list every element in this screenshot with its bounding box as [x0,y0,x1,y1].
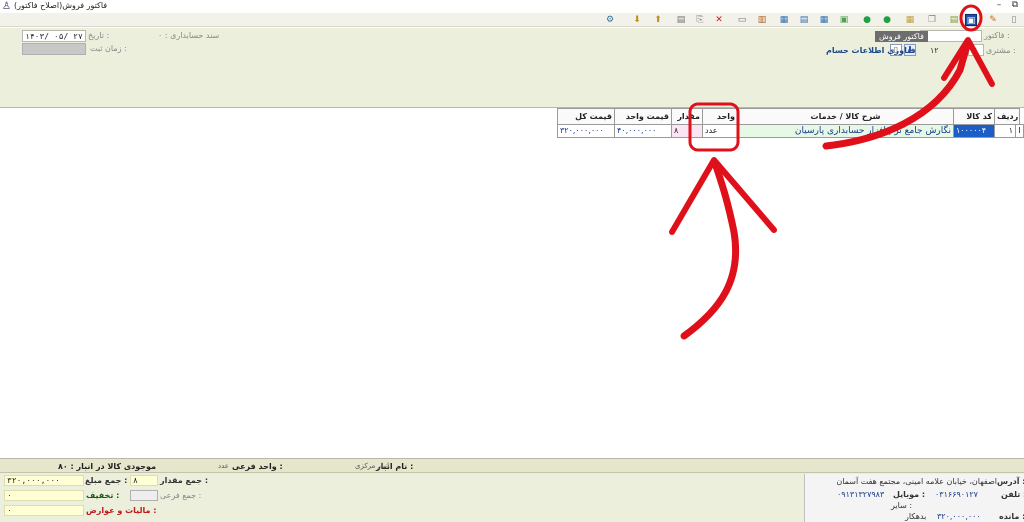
column-header-row: ردیف [994,108,1020,125]
title-bar: ♙ فاکتور فروش(اصلاح فاکتور) – ⧉ [0,0,1024,13]
other-label: سایر : [891,501,913,510]
date-label: تاریخ : [88,31,110,40]
cell-total-price[interactable]: ۳۲۰,۰۰۰,۰۰۰ [557,124,615,138]
mobile-value: ۰۹۱۳۱۳۲۷۹۸۳ [837,490,885,499]
date-field[interactable]: ۱۴۰۳/ ۰۵/ ۲۷ [22,30,86,42]
list-icon[interactable]: ▤ [798,14,810,26]
invoice-items-grid: ردیف کد کالا شرح کالا / خدمات واحد مقدار… [0,108,1024,458]
save-icon[interactable]: ▣ [965,14,977,26]
stock-info-bar: نام انبار : انبار مرکزی واحد فرعی : عدد … [0,459,1024,473]
settings-icon[interactable]: ⚙ [604,14,616,26]
minimize-icon[interactable]: – [992,0,1006,12]
folder-icon[interactable]: ⬇ [631,14,643,26]
discount-label: تخفیف : [86,491,120,500]
column-header-description: شرح کالا / خدمات [737,108,954,125]
mobile-label: موبایل : [893,490,926,499]
invoice-label: فاکتور : [984,31,1010,40]
column-header-unit-price: قیمت واحد [614,108,672,125]
delete-icon[interactable]: ✕ [713,14,725,26]
first-icon[interactable]: ▣ [838,14,850,26]
new-icon[interactable]: ▯ [1008,14,1020,26]
cell-row-number[interactable]: ۱ [994,124,1016,138]
sub-unit-label: واحد فرعی : [232,462,283,471]
balance-label: مانده : [999,512,1024,521]
accounting-doc-label: سند حسابداری : ۰ [158,31,220,40]
stock-label: موجودی کالا در انبار : ۸۰ [58,462,157,471]
cell-unit[interactable]: عدد [702,124,738,138]
print-icon[interactable]: ▤ [948,14,960,26]
report-icon[interactable]: ▥ [756,14,768,26]
phone-label: تلفن : [1001,490,1024,499]
customer-code-secondary: ۱۲ [930,46,939,55]
column-header-quantity: مقدار [671,108,703,125]
sub-total-field [130,490,158,501]
calc-icon[interactable]: ▭ [736,14,748,26]
cell-unit-price[interactable]: ۴۰,۰۰۰,۰۰۰ [614,124,672,138]
total-quantity-field: ۸ [130,475,158,486]
customer-label: مشتری : [986,46,1016,55]
phone-value: ۰۳۱۶۶۹۰۱۲۷ [935,490,978,499]
app-icon: ♙ [2,1,11,12]
balance-value: ۳۲۰,۰۰۰,۰۰۰ [937,512,981,521]
window-title: فاکتور فروش(اصلاح فاکتور) [14,1,108,10]
restore-icon[interactable]: ⧉ [1008,0,1022,12]
column-header-code: کد کالا [953,108,995,125]
address-value: اصفهان، خیابان علامه امینی، مجتمع هفت آس… [836,477,997,486]
next-icon[interactable]: ● [881,14,893,26]
customer-code-field[interactable]: ۱ [968,44,984,56]
invoice-header: فاکتور : فاکتور فروش مشتری : ۱ ۱۲ ⬇ ▯ فن… [0,28,1024,108]
customer-name-link[interactable]: فناوری اطلاعات حسام [826,46,916,55]
tax-field[interactable]: ۰ [4,505,84,516]
toolbar: ▯ ✎ ▣ ▤ ❐ ▦ ● ● ▣ ▦ ▤ ▦ ▥ ▭ ✕ ⎘ ▤ ⬆ ⬇ ⚙ [0,13,1024,27]
column-header-unit: واحد [702,108,738,125]
prev-icon[interactable]: ● [861,14,873,26]
register-time-field [22,43,86,55]
cell-item-code[interactable]: ۱۰۰۰۰۰۴ [953,124,995,138]
total-amount-field: ۳۲۰,۰۰۰,۰۰۰ [4,475,84,486]
address-label: آدرس : [997,477,1024,486]
balance-status: بدهکار [905,512,927,521]
cell-quantity[interactable]: ۸ [671,124,703,138]
sub-unit-value: عدد [218,462,229,470]
copy-icon[interactable]: ❐ [926,14,938,26]
cell-item-description[interactable]: نگارش جامع نرم افزار حسابداری پارسیان [737,124,954,138]
sub-total-label: جمع فرعی : [160,491,202,500]
invoice-tooltip: فاکتور فروش [875,31,928,42]
paste-icon[interactable]: ▦ [904,14,916,26]
row-indicator[interactable]: I [1015,124,1024,138]
tax-label: مالیات و عوارض : [86,506,157,515]
grid-icon[interactable]: ▦ [778,14,790,26]
attach-icon[interactable]: ⎘ [694,14,706,26]
discount-field[interactable]: ۰ [4,490,84,501]
total-amount-label: جمع مبلغ : [85,476,128,485]
total-quantity-label: جمع مقدار : [160,476,209,485]
register-time-label: زمان ثبت : [90,44,127,53]
warehouse-name: انبار مرکزی [355,462,390,470]
invoice-footer: نام انبار : انبار مرکزی واحد فرعی : عدد … [0,458,1024,522]
import-icon[interactable]: ⬆ [652,14,664,26]
column-header-total-price: قیمت کل [557,108,615,125]
edit-icon[interactable]: ✎ [987,14,999,26]
customer-info-box: آدرس : اصفهان، خیابان علامه امینی، مجتمع… [804,474,1024,522]
invoice-number-field[interactable] [920,30,982,42]
export-icon[interactable]: ▤ [675,14,687,26]
last-icon[interactable]: ▦ [818,14,830,26]
